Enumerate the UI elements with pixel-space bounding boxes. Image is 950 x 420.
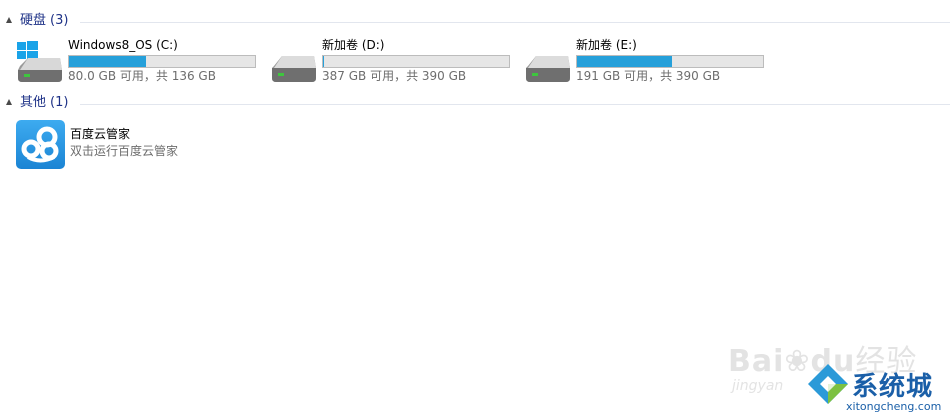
capacity-fill bbox=[323, 56, 325, 67]
capacity-text: 387 GB 可用，共 390 GB bbox=[322, 69, 467, 83]
drive-item-d[interactable]: 新加卷 (D:) 387 GB 可用，共 390 GB bbox=[270, 38, 520, 86]
hard-drive-icon bbox=[272, 56, 316, 82]
app-description: 双击运行百度云管家 bbox=[70, 144, 179, 158]
site-brand: 系统城 bbox=[852, 372, 934, 402]
collapse-arrow-icon[interactable] bbox=[6, 17, 12, 23]
system-drive-icon bbox=[17, 41, 62, 82]
capacity-bar bbox=[576, 55, 764, 68]
group-header-other[interactable]: 其他 (1) bbox=[0, 94, 950, 112]
app-item-baidu-cloud[interactable]: 百度云管家 双击运行百度云管家 bbox=[16, 120, 276, 170]
capacity-bar bbox=[322, 55, 510, 68]
group-count: (1) bbox=[50, 95, 69, 110]
explorer-content: 硬盘 (3) Windows8_OS (C:) 80.0 GB 可用，共 136 … bbox=[0, 0, 950, 420]
drive-name: 新加卷 (D:) bbox=[322, 38, 385, 52]
drive-name: Windows8_OS (C:) bbox=[68, 38, 178, 52]
baidu-cloud-icon bbox=[16, 120, 65, 169]
capacity-fill bbox=[577, 56, 672, 67]
jingyan-watermark: jingyan bbox=[732, 378, 784, 394]
group-title-label: 其他 bbox=[20, 95, 47, 110]
group-header-drives[interactable]: 硬盘 (3) bbox=[0, 12, 950, 30]
site-watermark: 系统城 xitongcheng.com bbox=[806, 362, 950, 420]
drive-item-c[interactable]: Windows8_OS (C:) 80.0 GB 可用，共 136 GB bbox=[16, 38, 266, 86]
collapse-arrow-icon[interactable] bbox=[6, 99, 12, 105]
capacity-text: 80.0 GB 可用，共 136 GB bbox=[68, 69, 216, 83]
group-count: (3) bbox=[50, 13, 69, 28]
group-divider bbox=[80, 22, 950, 23]
group-title-label: 硬盘 bbox=[20, 13, 47, 28]
watermark-text: Bai bbox=[728, 344, 785, 379]
group-title: 硬盘 (3) bbox=[20, 12, 68, 30]
drive-item-e[interactable]: 新加卷 (E:) 191 GB 可用，共 390 GB bbox=[524, 38, 774, 86]
capacity-fill bbox=[69, 56, 146, 67]
group-divider bbox=[80, 104, 950, 105]
app-name: 百度云管家 bbox=[70, 127, 131, 141]
capacity-text: 191 GB 可用，共 390 GB bbox=[576, 69, 721, 83]
drive-name: 新加卷 (E:) bbox=[576, 38, 637, 52]
site-domain: xitongcheng.com bbox=[846, 400, 942, 413]
hard-drive-icon bbox=[526, 56, 570, 82]
capacity-bar bbox=[68, 55, 256, 68]
group-title: 其他 (1) bbox=[20, 94, 68, 112]
